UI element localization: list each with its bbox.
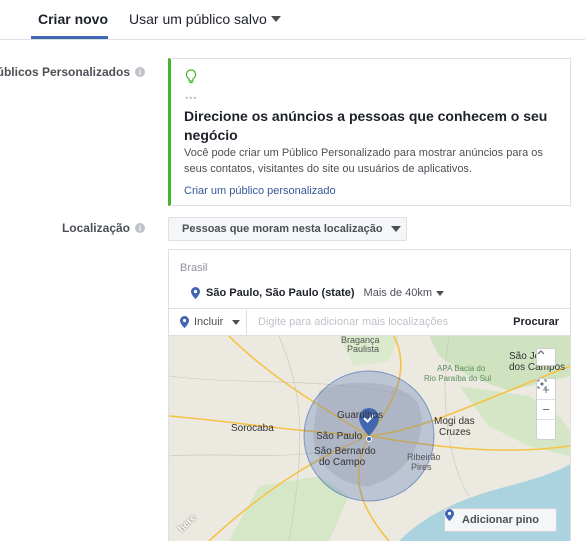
chevron-up-icon [537,350,545,355]
info-icon[interactable]: i [135,67,145,77]
focus-icon [537,379,547,389]
include-label: Incluir [194,316,224,328]
radius-value: Mais de 40km [363,287,433,299]
location-label-text: Localização [61,221,130,235]
map-zoom-controls: + − [536,378,556,440]
location-map[interactable]: Bragança Paulista São José dos Campos AP… [169,336,570,541]
map-label: do Campo [319,457,366,468]
map-label: Pires [411,462,432,472]
recenter-button[interactable] [537,379,555,439]
create-custom-audience-link[interactable]: Criar um público personalizado [184,185,336,197]
tab-use-saved-label: Usar um público salvo [129,11,267,27]
location-search-row: Incluir Procurar [169,308,570,336]
dots-decoration: ••• [185,93,198,103]
map-collapse-button[interactable] [536,348,556,366]
custom-audience-tip: ••• Direcione os anúncios a pessoas que … [168,58,571,206]
add-pin-label: Adicionar pino [462,514,539,526]
browse-button[interactable]: Procurar [513,316,559,328]
map-label: São Bernardo [314,446,376,457]
include-exclude-dropdown[interactable]: Incluir [169,309,247,335]
custom-audiences-label-text: Públicos Personalizados [0,65,130,79]
map-label: APA Bacia do [437,364,486,373]
location-pin-icon [445,509,454,521]
info-icon[interactable]: i [135,223,145,233]
tab-use-saved-audience[interactable]: Usar um público salvo [129,11,281,27]
location-panel: Brasil São Paulo, São Paulo (state) Mais… [168,249,571,541]
radius-dropdown[interactable]: Mais de 40km [363,287,445,299]
map-label: Rio Paraíba do Sul [424,374,492,383]
tip-title: Direcione os anúncios a pessoas que conh… [184,108,548,143]
location-label: Localização i [62,221,145,235]
custom-audiences-label: Públicos Personalizados i [0,65,145,79]
location-pin-icon [180,316,189,328]
location-type-dropdown[interactable]: Pessoas que moram nesta localização [168,217,407,241]
map-label: Ribeirão [407,452,441,462]
add-pin-button[interactable]: Adicionar pino [444,508,557,532]
lightbulb-icon [185,69,197,84]
chevron-down-icon [390,226,401,232]
chevron-down-icon [270,16,281,22]
location-type-value: Pessoas que moram nesta localização [182,223,383,235]
zoom-out-button[interactable]: − [537,399,555,419]
tab-create-new[interactable]: Criar novo [38,11,108,27]
map-label: Paulista [347,344,380,354]
map-label: Guarulhos [337,410,384,421]
tip-body: Você pode criar um Público Personalizado… [184,147,543,175]
map-label: Cruzes [439,427,471,438]
country-label: Brasil [180,262,208,274]
chevron-down-icon [436,290,445,296]
active-tab-indicator [31,36,108,39]
audience-tabs: Criar novo Usar um público salvo [0,0,585,40]
selected-location-name: São Paulo, São Paulo (state) [206,287,355,299]
map-label: São Paulo [316,431,363,442]
chevron-down-icon [232,319,241,325]
selected-location: São Paulo, São Paulo (state) Mais de 40k… [191,287,445,299]
map-label: Sorocaba [231,423,274,434]
map-label: Mogi das [434,416,475,427]
location-search-input[interactable] [247,310,497,334]
location-pin-icon [191,287,200,299]
